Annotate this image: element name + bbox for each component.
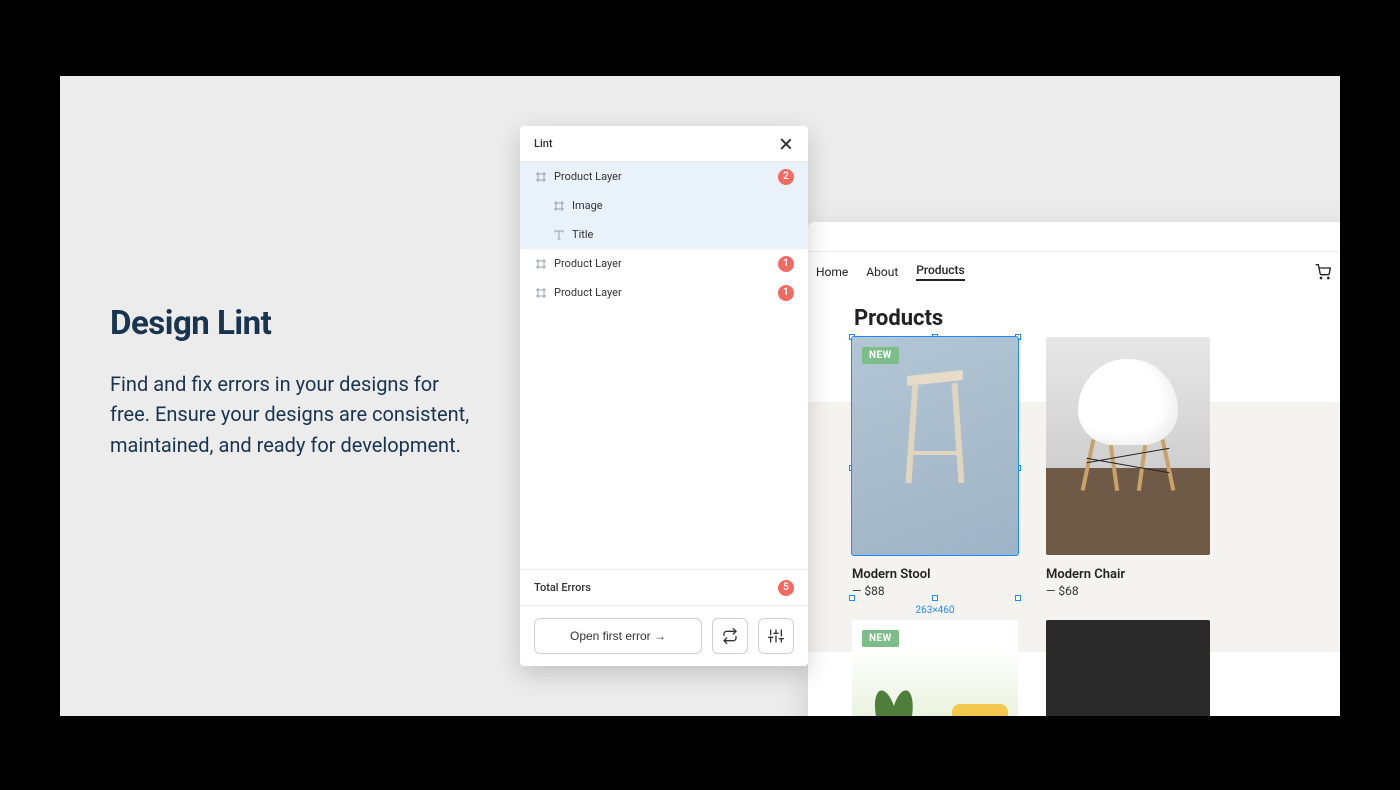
nav-about[interactable]: About xyxy=(866,265,898,279)
layer-label: Image xyxy=(572,199,794,212)
panel-title: Lint xyxy=(534,137,553,150)
total-errors-badge: 5 xyxy=(778,580,794,596)
layer-label: Product Layer xyxy=(554,286,778,299)
frame-icon xyxy=(534,286,548,300)
preview-page-title: Products xyxy=(808,292,1340,331)
product-grid: 263×460 NEW Modern Stool — $88 Modern Ch… xyxy=(852,337,1210,716)
sliders-icon xyxy=(768,628,784,644)
error-count-badge: 2 xyxy=(778,169,794,185)
nav-products[interactable]: Products xyxy=(916,263,964,281)
settings-button[interactable] xyxy=(758,618,794,654)
product-image xyxy=(1046,620,1210,716)
marketing-copy: Design Lint Find and fix errors in your … xyxy=(110,304,470,460)
product-card[interactable]: 263×460 NEW Modern Stool — $88 xyxy=(852,337,1018,598)
product-card[interactable] xyxy=(1046,620,1210,716)
layer-label: Title xyxy=(572,228,794,241)
frame-icon xyxy=(552,199,566,213)
product-card[interactable]: NEW xyxy=(852,620,1018,716)
frame-icon xyxy=(534,257,548,271)
layer-row[interactable]: Title xyxy=(520,220,808,249)
total-errors-label: Total Errors xyxy=(534,581,591,594)
error-count-badge: 1 xyxy=(778,256,794,272)
frame-icon xyxy=(534,170,548,184)
layer-row[interactable]: Product Layer2 xyxy=(520,162,808,191)
chair-illustration xyxy=(1068,359,1188,499)
product-image xyxy=(1046,337,1210,555)
preview-nav: Home About Products xyxy=(808,252,1340,292)
product-image: NEW xyxy=(852,337,1018,555)
layer-list: Product Layer2ImageTitleProduct Layer1Pr… xyxy=(520,162,808,307)
new-badge: NEW xyxy=(862,347,899,364)
total-errors-row: Total Errors 5 xyxy=(520,569,808,605)
cart-icon[interactable] xyxy=(1314,263,1332,281)
stool-illustration xyxy=(907,373,963,493)
new-badge: NEW xyxy=(862,630,899,647)
layer-row[interactable]: Product Layer1 xyxy=(520,249,808,278)
selection-dimensions: 263×460 xyxy=(915,605,954,616)
refresh-icon xyxy=(722,628,738,644)
browser-topbar xyxy=(808,222,1340,252)
product-image: NEW xyxy=(852,620,1018,716)
marketing-body: Find and fix errors in your designs for … xyxy=(110,369,470,460)
nav-home[interactable]: Home xyxy=(816,265,848,279)
refresh-button[interactable] xyxy=(712,618,748,654)
product-title: Modern Chair xyxy=(1046,567,1210,582)
product-card[interactable]: Modern Chair — $68 xyxy=(1046,337,1210,598)
open-first-error-button[interactable]: Open first error → xyxy=(534,618,702,654)
layer-row[interactable]: Product Layer1 xyxy=(520,278,808,307)
design-preview: Home About Products Products 263×460 xyxy=(808,222,1340,716)
lint-panel: Lint Product Layer2ImageTitleProduct Lay… xyxy=(520,126,808,666)
close-icon[interactable] xyxy=(778,136,794,152)
layer-row[interactable]: Image xyxy=(520,191,808,220)
error-count-badge: 1 xyxy=(778,285,794,301)
panel-actions: Open first error → xyxy=(520,605,808,666)
text-icon xyxy=(552,228,566,242)
marketing-title: Design Lint xyxy=(110,304,470,343)
product-price: — $68 xyxy=(1046,584,1210,598)
stage: Design Lint Find and fix errors in your … xyxy=(60,76,1340,716)
layer-label: Product Layer xyxy=(554,257,778,270)
layer-label: Product Layer xyxy=(554,170,778,183)
panel-header: Lint xyxy=(520,126,808,162)
